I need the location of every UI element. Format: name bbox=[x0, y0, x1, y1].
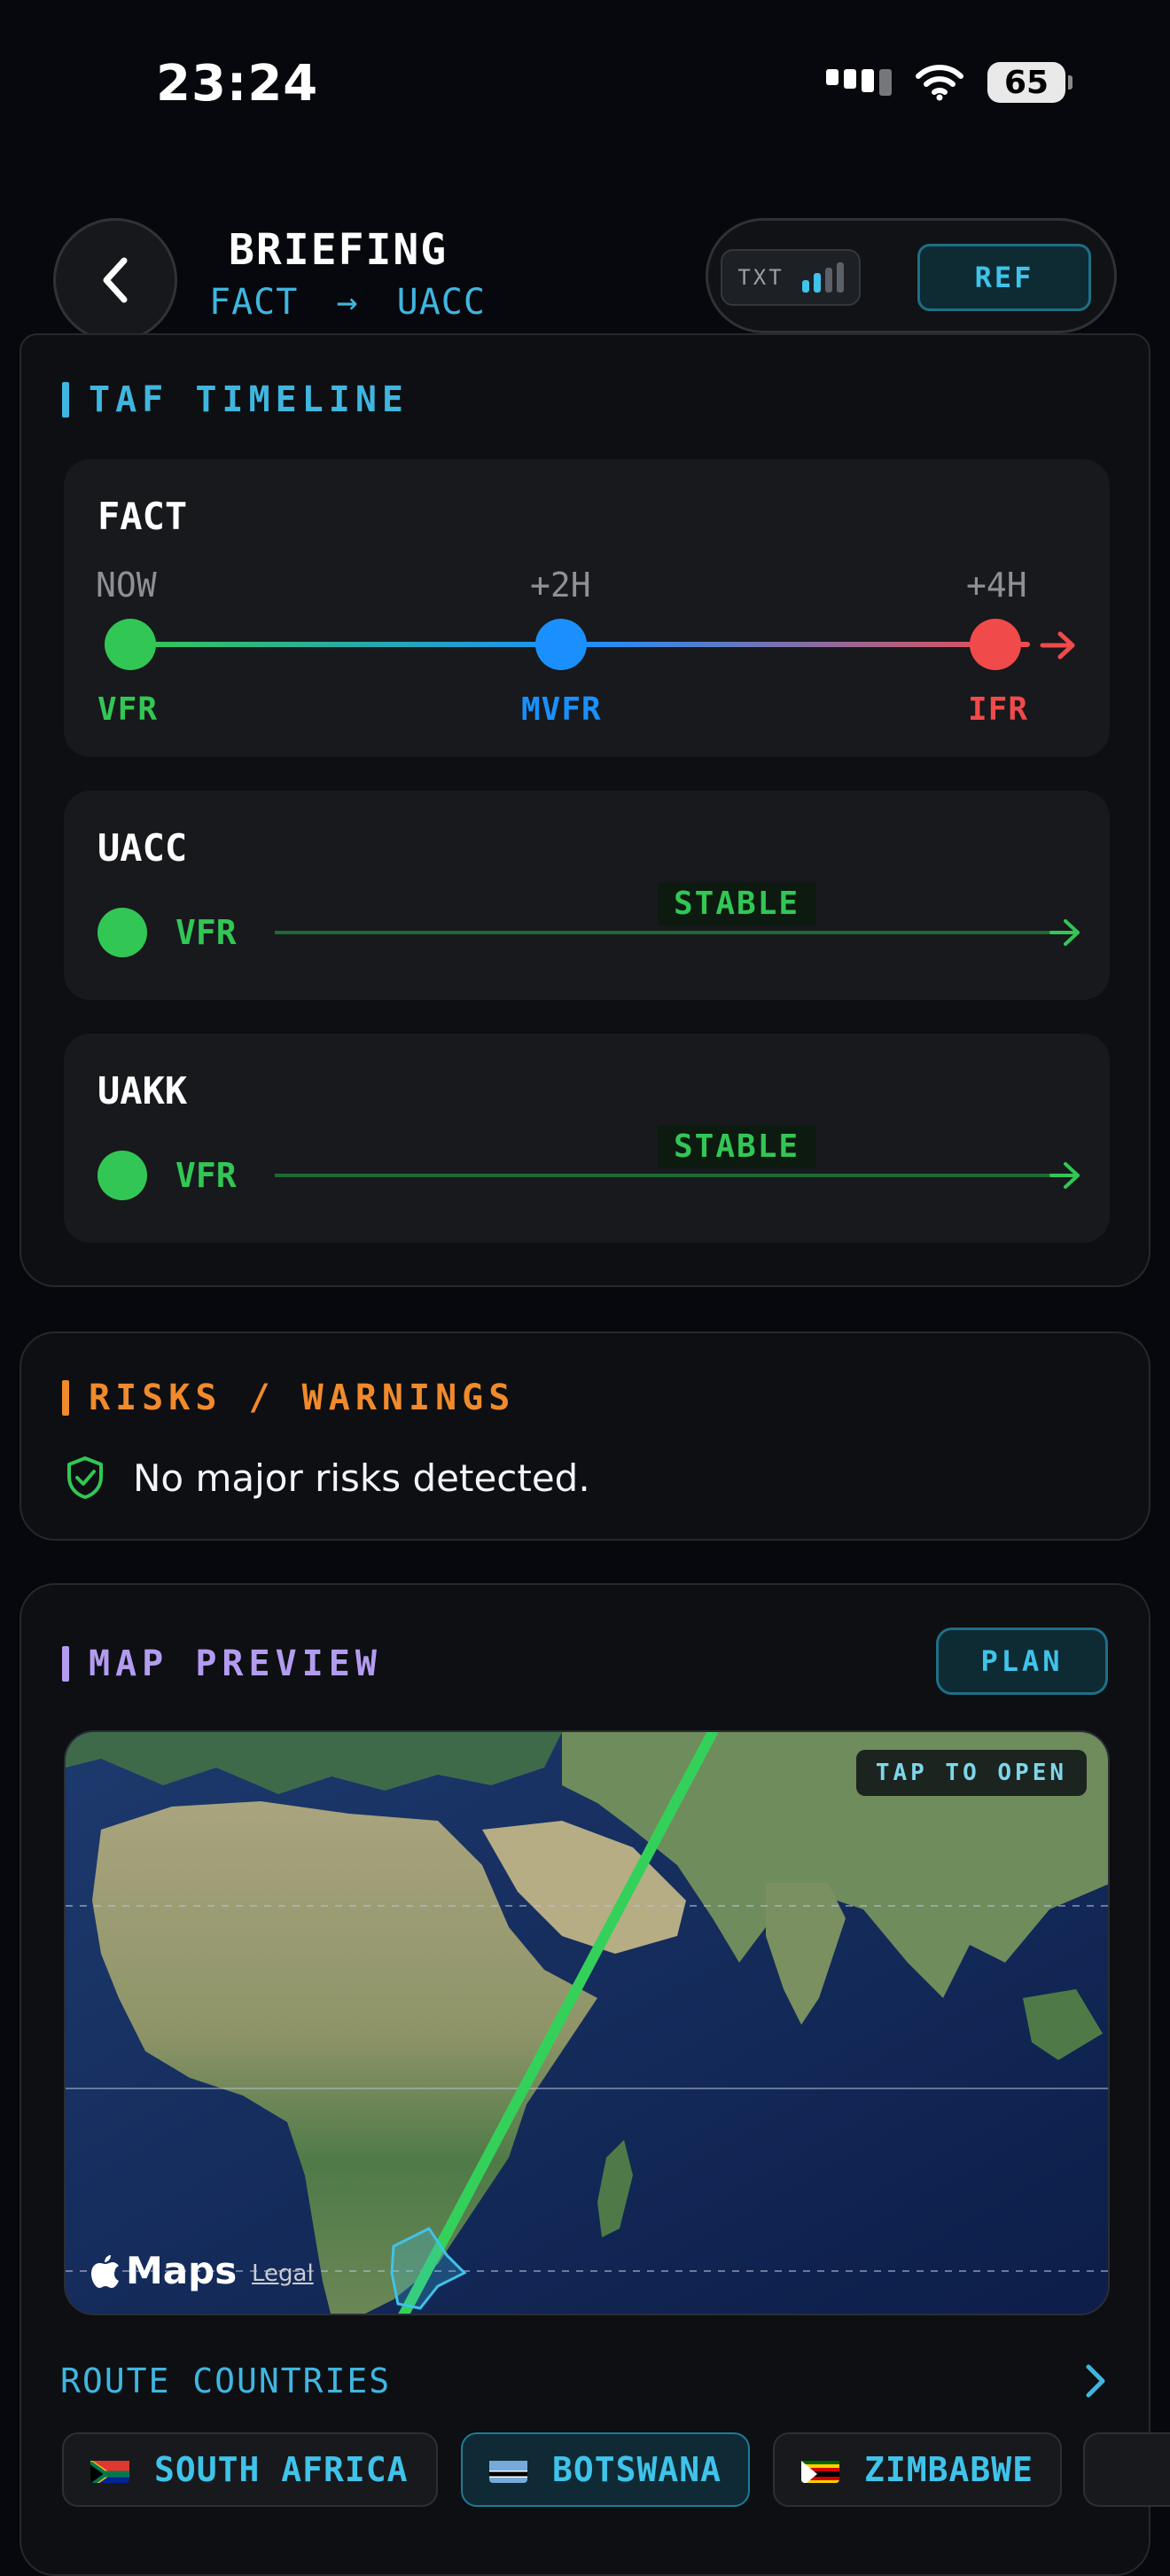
trend-badge: STABLE bbox=[658, 883, 816, 925]
country-chip-zimbabwe[interactable]: ZIMBABWE bbox=[773, 2432, 1062, 2507]
botswana-flag-icon bbox=[489, 2456, 527, 2483]
section-marker bbox=[62, 382, 69, 418]
timeline-cond-mvfr: MVFR bbox=[521, 691, 602, 728]
timeline-time-2h: +2H bbox=[530, 566, 591, 605]
arrow-right-icon bbox=[1040, 631, 1075, 660]
map-image bbox=[66, 1732, 1108, 2314]
chevron-left-icon bbox=[103, 257, 128, 303]
risks-card: RISKS / WARNINGS No major risks detected… bbox=[20, 1331, 1150, 1541]
risk-status: No major risks detected. bbox=[66, 1456, 590, 1500]
country-name: BOTSWANA bbox=[551, 2450, 722, 2489]
header: BRIEFING FACT → UACC TXT REF bbox=[0, 168, 1170, 342]
apple-maps-logo: Maps bbox=[90, 2249, 237, 2292]
maps-label: Maps bbox=[126, 2249, 238, 2292]
wifi-icon bbox=[916, 65, 963, 101]
route-to: UACC bbox=[396, 282, 486, 323]
cellular-signal-icon bbox=[826, 69, 892, 96]
legal-link[interactable]: Legal bbox=[252, 2260, 314, 2287]
trend-line bbox=[275, 1174, 1055, 1177]
timeline-cond-ifr: IFR bbox=[968, 691, 1029, 728]
timeline-node-vfr bbox=[105, 619, 156, 670]
timeline-cond-vfr: VFR bbox=[98, 691, 159, 728]
trend-badge: STABLE bbox=[658, 1126, 816, 1168]
country-chip-south-africa[interactable]: SOUTH AFRICA bbox=[62, 2432, 438, 2507]
taf-timeline-heading: TAF TIMELINE bbox=[62, 379, 409, 420]
status-time: 23:24 bbox=[156, 55, 319, 113]
route-arrow-icon: → bbox=[336, 282, 359, 323]
section-marker bbox=[62, 1380, 69, 1416]
route-subtitle: FACT → UACC bbox=[209, 282, 486, 323]
station-card-uacc[interactable]: UACC VFR STABLE bbox=[64, 791, 1110, 1000]
stable-row: VFR STABLE bbox=[98, 883, 1081, 961]
txt-button[interactable]: TXT bbox=[721, 249, 861, 306]
risks-heading: RISKS / WARNINGS bbox=[62, 1378, 515, 1418]
signal-bars-icon bbox=[801, 262, 844, 293]
map-preview-heading: MAP PREVIEW bbox=[62, 1643, 382, 1684]
shield-check-icon bbox=[67, 1456, 103, 1499]
country-name: ZIMBABWE bbox=[863, 2450, 1034, 2489]
arrow-right-icon bbox=[1049, 1162, 1080, 1189]
station-code: UACC bbox=[98, 826, 188, 870]
route-countries-title: ROUTE COUNTRIES bbox=[60, 2361, 392, 2400]
station-card-fact[interactable]: FACT NOW +2H +4H VFR MVFR IFR bbox=[64, 459, 1110, 757]
arrow-right-icon bbox=[1049, 919, 1080, 946]
taf-timeline-card: TAF TIMELINE FACT NOW +2H +4H VFR MVFR I… bbox=[20, 333, 1150, 1287]
taf-timeline-title: TAF TIMELINE bbox=[89, 379, 409, 420]
map-preview-title: MAP PREVIEW bbox=[89, 1643, 382, 1684]
route-from: FACT bbox=[209, 282, 299, 323]
back-button[interactable] bbox=[53, 218, 177, 342]
view-toggle: TXT REF bbox=[706, 218, 1117, 333]
plan-button[interactable]: PLAN bbox=[936, 1628, 1108, 1695]
tap-to-open-badge: TAP TO OPEN bbox=[855, 1750, 1087, 1796]
stable-row: VFR STABLE bbox=[98, 1126, 1081, 1204]
status-dot bbox=[98, 1151, 147, 1200]
apple-icon bbox=[91, 2254, 119, 2288]
txt-label: TXT bbox=[737, 265, 784, 290]
timeline-time-now: NOW bbox=[96, 566, 157, 605]
ref-button[interactable]: REF bbox=[917, 244, 1091, 311]
risk-message: No major risks detected. bbox=[133, 1456, 590, 1500]
page-title: BRIEFING bbox=[229, 225, 448, 275]
status-icons: 65 bbox=[826, 62, 1072, 103]
station-code: UAKK bbox=[98, 1069, 188, 1112]
station-card-uakk[interactable]: UAKK VFR STABLE bbox=[64, 1034, 1110, 1243]
zimbabwe-flag-icon bbox=[801, 2456, 839, 2483]
timeline-time-4h: +4H bbox=[966, 566, 1027, 605]
flight-condition: VFR bbox=[176, 913, 237, 952]
station-code: FACT bbox=[98, 495, 188, 538]
timeline-node-ifr bbox=[970, 619, 1021, 670]
country-name: SOUTH AFRICA bbox=[154, 2450, 409, 2489]
battery-icon: 65 bbox=[987, 62, 1072, 103]
flight-condition: VFR bbox=[176, 1156, 237, 1195]
chevron-right-icon[interactable] bbox=[1081, 2361, 1110, 2400]
status-dot bbox=[98, 908, 147, 957]
risks-title: RISKS / WARNINGS bbox=[89, 1378, 516, 1418]
south-africa-flag-icon bbox=[90, 2456, 129, 2483]
timeline-node-mvfr bbox=[535, 619, 587, 670]
country-chip-partial[interactable] bbox=[1083, 2432, 1170, 2507]
map-view[interactable]: TAP TO OPEN Maps Legal bbox=[64, 1730, 1110, 2315]
map-preview-card: MAP PREVIEW PLAN TAP TO OPEN Maps Legal bbox=[20, 1583, 1150, 2576]
section-marker bbox=[62, 1646, 69, 1682]
status-bar: 23:24 65 bbox=[0, 0, 1170, 168]
trend-line bbox=[275, 931, 1055, 934]
country-chip-botswana[interactable]: BOTSWANA bbox=[461, 2432, 750, 2507]
